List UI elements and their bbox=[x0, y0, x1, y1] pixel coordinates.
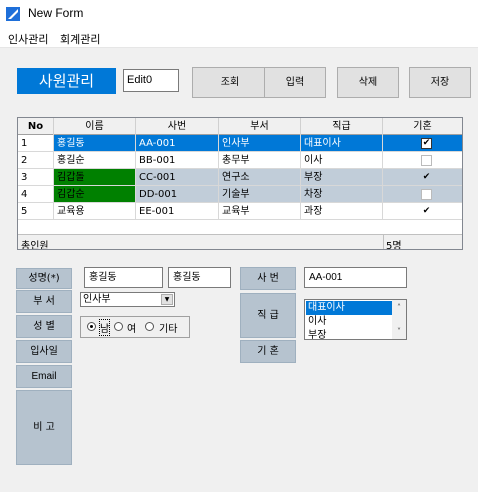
app-icon bbox=[6, 7, 20, 21]
col-header-no[interactable]: No bbox=[18, 118, 54, 135]
name-field-2[interactable]: 홍길동 bbox=[168, 267, 231, 288]
cell-name[interactable]: 홍길동 bbox=[54, 135, 136, 152]
cell-rank[interactable]: 부장 bbox=[301, 169, 383, 186]
employee-grid[interactable]: No 이름 사번 부서 직급 기혼 1 홍길동 AA-001 인사부 대표이사 … bbox=[17, 117, 463, 250]
footer-divider bbox=[383, 235, 384, 249]
menu-accounting[interactable]: 회계관리 bbox=[60, 31, 100, 47]
label-email: Email bbox=[16, 365, 72, 388]
cell-id[interactable]: EE-001 bbox=[136, 203, 219, 220]
gender-label-other[interactable]: 기타 bbox=[159, 320, 177, 335]
label-join-date: 입사일 bbox=[16, 340, 72, 363]
dept-select[interactable]: 인사부 ▼ bbox=[80, 292, 175, 307]
married-checkbox[interactable]: ✔ bbox=[421, 172, 432, 183]
gender-radio-group: 남 여 기타 bbox=[80, 316, 190, 338]
page-title: 사원관리 bbox=[17, 68, 116, 94]
cell-name[interactable]: 교육용 bbox=[54, 203, 136, 220]
cell-name[interactable]: 김갑돌 bbox=[54, 169, 136, 186]
married-checkbox[interactable]: ✔ bbox=[421, 206, 432, 217]
col-header-married[interactable]: 기혼 bbox=[383, 118, 462, 135]
cell-id[interactable]: CC-001 bbox=[136, 169, 219, 186]
window-title: New Form bbox=[28, 6, 84, 20]
label-note: 비 고 bbox=[16, 390, 72, 465]
cell-rank[interactable]: 과장 bbox=[301, 203, 383, 220]
col-header-dept[interactable]: 부서 bbox=[219, 118, 301, 135]
cell-no: 2 bbox=[18, 152, 54, 169]
cell-id[interactable]: AA-001 bbox=[136, 135, 219, 152]
label-emp-no: 사 번 bbox=[240, 267, 296, 290]
cell-married[interactable]: ✔ bbox=[383, 169, 462, 186]
rank-listbox[interactable]: 대표이사 이사 부장 ˄ ˅ bbox=[304, 299, 407, 340]
label-rank: 직 급 bbox=[240, 293, 296, 338]
title-bar: New Form bbox=[0, 0, 478, 28]
cell-no: 1 bbox=[18, 135, 54, 152]
col-header-rank[interactable]: 직급 bbox=[301, 118, 383, 135]
cell-dept[interactable]: 총무부 bbox=[219, 152, 301, 169]
cell-no: 3 bbox=[18, 169, 54, 186]
chevron-down-icon[interactable]: ▼ bbox=[161, 294, 173, 305]
married-checkbox[interactable]: ✔ bbox=[421, 138, 432, 149]
footer-count: 5명 bbox=[386, 241, 402, 250]
grid-footer: 총인원 5명 bbox=[18, 234, 462, 250]
cell-id[interactable]: DD-001 bbox=[136, 186, 219, 203]
gender-label-male[interactable]: 남 bbox=[98, 319, 111, 336]
save-button[interactable]: 저장 bbox=[409, 67, 471, 98]
col-header-name[interactable]: 이름 bbox=[54, 118, 136, 135]
label-married: 기 혼 bbox=[240, 340, 296, 363]
gender-label-female[interactable]: 여 bbox=[127, 320, 136, 335]
cell-dept[interactable]: 교육부 bbox=[219, 203, 301, 220]
cell-rank[interactable]: 대표이사 bbox=[301, 135, 383, 152]
col-header-id[interactable]: 사번 bbox=[136, 118, 219, 135]
edit0-field[interactable]: Edit0 bbox=[123, 69, 179, 92]
delete-button[interactable]: 삭제 bbox=[337, 67, 399, 98]
cell-no: 4 bbox=[18, 186, 54, 203]
list-item[interactable]: 이사 bbox=[306, 315, 392, 329]
cell-rank[interactable]: 차장 bbox=[301, 186, 383, 203]
cell-married[interactable]: ✔ bbox=[383, 135, 462, 152]
married-checkbox[interactable] bbox=[421, 155, 432, 166]
menu-bar: 인사관리 회계관리 bbox=[0, 28, 478, 48]
gender-radio-male[interactable] bbox=[87, 322, 96, 331]
cell-married[interactable] bbox=[383, 152, 462, 169]
label-dept: 부 서 bbox=[16, 290, 72, 313]
table-row[interactable]: 3 김갑돌 CC-001 연구소 부장 ✔ bbox=[18, 169, 462, 186]
married-checkbox[interactable] bbox=[421, 189, 432, 200]
input-button[interactable]: 입력 bbox=[264, 67, 326, 98]
emp-no-field[interactable]: AA-001 bbox=[304, 267, 407, 288]
cell-id[interactable]: BB-001 bbox=[136, 152, 219, 169]
search-button[interactable]: 조회 bbox=[192, 67, 268, 98]
chevron-down-icon[interactable]: ˅ bbox=[392, 326, 406, 338]
label-gender: 성 별 bbox=[16, 315, 72, 338]
grid-header: No 이름 사번 부서 직급 기혼 bbox=[18, 118, 462, 135]
cell-dept[interactable]: 기술부 bbox=[219, 186, 301, 203]
table-row[interactable]: 1 홍길동 AA-001 인사부 대표이사 ✔ bbox=[18, 135, 462, 152]
table-row[interactable]: 5 교육용 EE-001 교육부 과장 ✔ bbox=[18, 203, 462, 220]
gender-radio-female[interactable] bbox=[114, 322, 123, 331]
cell-married[interactable] bbox=[383, 186, 462, 203]
cell-rank[interactable]: 이사 bbox=[301, 152, 383, 169]
list-item[interactable]: 부장 bbox=[306, 329, 392, 339]
cell-name[interactable]: 김갑순 bbox=[54, 186, 136, 203]
cell-name[interactable]: 홍길순 bbox=[54, 152, 136, 169]
gender-radio-other[interactable] bbox=[145, 322, 154, 331]
cell-dept[interactable]: 인사부 bbox=[219, 135, 301, 152]
cell-no: 5 bbox=[18, 203, 54, 220]
label-name: 성명(*) bbox=[16, 268, 72, 289]
cell-dept[interactable]: 연구소 bbox=[219, 169, 301, 186]
cell-married[interactable]: ✔ bbox=[383, 203, 462, 220]
table-row[interactable]: 4 김갑순 DD-001 기술부 차장 bbox=[18, 186, 462, 203]
table-row[interactable]: 2 홍길순 BB-001 총무부 이사 bbox=[18, 152, 462, 169]
footer-label: 총인원 bbox=[21, 241, 49, 250]
menu-hr[interactable]: 인사관리 bbox=[8, 31, 48, 47]
dept-select-value: 인사부 bbox=[83, 294, 111, 305]
name-field[interactable]: 홍길동 bbox=[84, 267, 163, 288]
listbox-scrollbar[interactable]: ˄ ˅ bbox=[392, 300, 406, 339]
list-item[interactable]: 대표이사 bbox=[306, 301, 392, 315]
chevron-up-icon[interactable]: ˄ bbox=[392, 302, 406, 314]
